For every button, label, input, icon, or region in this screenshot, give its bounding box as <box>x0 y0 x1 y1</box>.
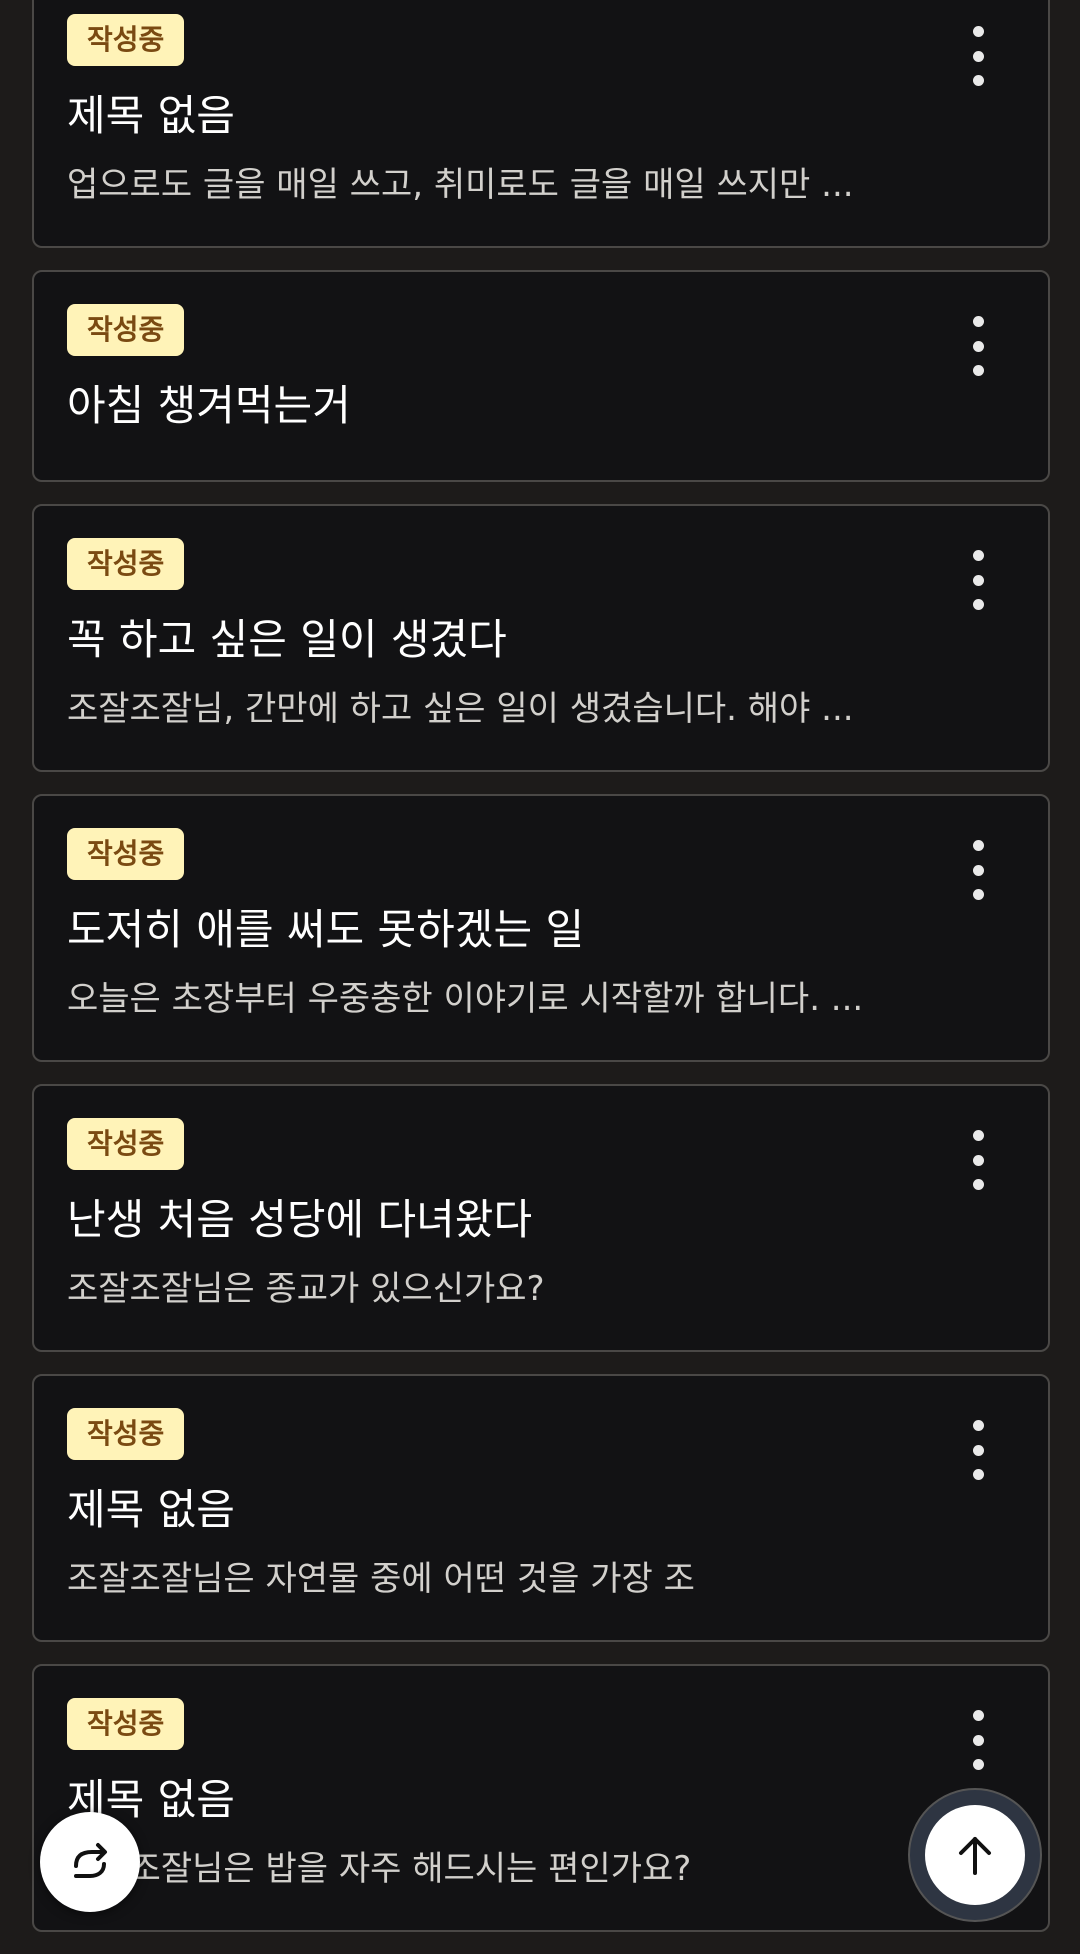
draft-card[interactable]: 작성중 난생 처음 성당에 다녀왔다 조잘조잘님은 종교가 있으신가요? <box>32 1084 1050 1352</box>
status-badge: 작성중 <box>67 1408 185 1460</box>
more-vertical-icon <box>972 1710 984 1721</box>
draft-excerpt: 조잘조잘님은 밥을 자주 해드시는 편인가요? <box>67 1849 692 1889</box>
draft-excerpt: 조잘조잘님은 종교가 있으신가요? <box>67 1269 545 1309</box>
arrow-up-icon <box>959 1837 991 1875</box>
draft-card[interactable]: 작성중 제목 없음 조잘조잘님은 자연물 중에 어떤 것을 가장 조 <box>32 1374 1050 1642</box>
more-options-button[interactable] <box>966 550 990 610</box>
draft-excerpt: 업으로도 글을 매일 쓰고, 취미로도 글을 매일 쓰지만 ... <box>67 165 854 205</box>
draft-title: 꼭 하고 싶은 일이 생겼다 <box>67 615 507 664</box>
draft-card[interactable]: 작성중 제목 없음 업으로도 글을 매일 쓰고, 취미로도 글을 매일 쓰지만 … <box>32 0 1050 248</box>
draft-excerpt: 조잘조잘님은 자연물 중에 어떤 것을 가장 조 <box>67 1559 695 1599</box>
share-forward-icon <box>74 1843 107 1878</box>
more-options-button[interactable] <box>966 1420 990 1480</box>
status-badge: 작성중 <box>67 538 185 590</box>
scroll-to-top-button[interactable] <box>908 1788 1042 1922</box>
status-badge: 작성중 <box>67 304 185 356</box>
draft-list: 작성중 제목 없음 업으로도 글을 매일 쓰고, 취미로도 글을 매일 쓰지만 … <box>32 0 1050 1954</box>
draft-title: 제목 없음 <box>67 1485 235 1534</box>
draft-title: 도저히 애를 써도 못하겠는 일 <box>67 905 585 954</box>
status-badge: 작성중 <box>67 1698 185 1750</box>
draft-title: 아침 챙겨먹는거 <box>67 381 351 430</box>
draft-title: 제목 없음 <box>67 91 235 140</box>
status-badge: 작성중 <box>67 828 185 880</box>
draft-card[interactable]: 작성중 꼭 하고 싶은 일이 생겼다 조잘조잘님, 간만에 하고 싶은 일이 생… <box>32 504 1050 772</box>
draft-title: 난생 처음 성당에 다녀왔다 <box>67 1195 533 1244</box>
share-button[interactable] <box>40 1812 140 1912</box>
more-options-button[interactable] <box>966 840 990 900</box>
more-options-button[interactable] <box>966 1130 990 1190</box>
more-options-button[interactable] <box>966 1710 990 1770</box>
more-vertical-icon <box>972 26 984 37</box>
more-vertical-icon <box>972 1420 984 1431</box>
more-vertical-icon <box>972 316 984 327</box>
draft-card[interactable]: 작성중 아침 챙겨먹는거 <box>32 270 1050 482</box>
more-options-button[interactable] <box>966 316 990 376</box>
more-vertical-icon <box>972 840 984 851</box>
more-vertical-icon <box>972 550 984 561</box>
more-vertical-icon <box>972 1130 984 1141</box>
status-badge: 작성중 <box>67 1118 185 1170</box>
draft-excerpt: 오늘은 초장부터 우중충한 이야기로 시작할까 합니다. ... <box>67 979 864 1019</box>
draft-excerpt: 조잘조잘님, 간만에 하고 싶은 일이 생겼습니다. 해야 ... <box>67 689 854 729</box>
more-options-button[interactable] <box>966 26 990 86</box>
status-badge: 작성중 <box>67 14 185 66</box>
draft-card[interactable]: 작성중 제목 없음 조잘조잘님은 밥을 자주 해드시는 편인가요? <box>32 1664 1050 1932</box>
draft-card[interactable]: 작성중 도저히 애를 써도 못하겠는 일 오늘은 초장부터 우중충한 이야기로 … <box>32 794 1050 1062</box>
